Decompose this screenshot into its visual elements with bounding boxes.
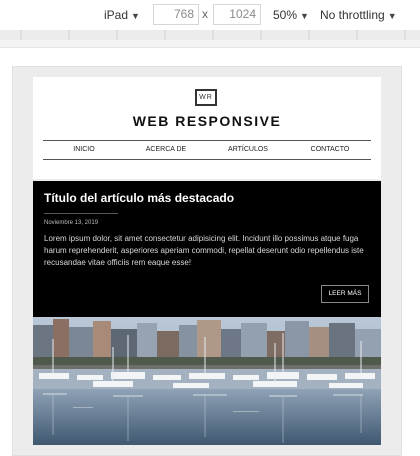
harbor-photo xyxy=(33,317,381,445)
article-date: Noviembre 13, 2019 xyxy=(44,220,99,226)
pixel-ruler xyxy=(0,40,420,48)
article-excerpt: Lorem ipsum dolor, sit amet consectetur … xyxy=(44,234,364,267)
nav-item-contacto[interactable]: CONTACTO xyxy=(289,141,371,159)
chevron-down-icon: ▼ xyxy=(300,11,309,21)
site-title: WEB RESPONSIVE xyxy=(132,113,282,129)
media-query-ruler[interactable] xyxy=(0,30,420,40)
nav-item-articulos[interactable]: ARTÍCULOS xyxy=(207,141,289,159)
title-divider xyxy=(44,213,118,214)
chevron-down-icon: ▼ xyxy=(387,11,397,21)
article-title: Título del artículo más destacado xyxy=(44,191,235,205)
zoom-select[interactable]: 50% ▼ xyxy=(273,8,309,22)
featured-article: Título del artículo más destacado Noviem… xyxy=(33,181,381,317)
nav-item-acerca-de[interactable]: ACERCA DE xyxy=(125,141,207,159)
device-label: iPad xyxy=(104,8,129,22)
harbor-image xyxy=(33,317,381,445)
site-header: WR WEB RESPONSIVE INICIO ACERCA DE ARTÍC… xyxy=(33,77,381,179)
main-nav: INICIO ACERCA DE ARTÍCULOS CONTACTO xyxy=(43,140,371,160)
device-toolbar: iPad ▼ 768 x 1024 50% ▼ No throttling ▼ xyxy=(0,0,420,30)
throttling-select[interactable]: No throttling ▼ xyxy=(320,8,397,22)
read-more-button[interactable]: LEER MÁS xyxy=(321,285,369,303)
width-input[interactable]: 768 xyxy=(153,4,199,25)
device-select[interactable]: iPad ▼ xyxy=(104,8,140,22)
times-icon: x xyxy=(202,7,208,21)
chevron-down-icon: ▼ xyxy=(131,11,140,21)
throttling-label: No throttling xyxy=(320,8,385,22)
zoom-label: 50% xyxy=(273,8,298,22)
emulated-viewport: WR WEB RESPONSIVE INICIO ACERCA DE ARTÍC… xyxy=(12,66,402,456)
nav-item-inicio[interactable]: INICIO xyxy=(43,141,125,159)
site-logo[interactable]: WR xyxy=(195,89,217,106)
website-page: WR WEB RESPONSIVE INICIO ACERCA DE ARTÍC… xyxy=(33,77,381,447)
height-input[interactable]: 1024 xyxy=(213,4,261,25)
